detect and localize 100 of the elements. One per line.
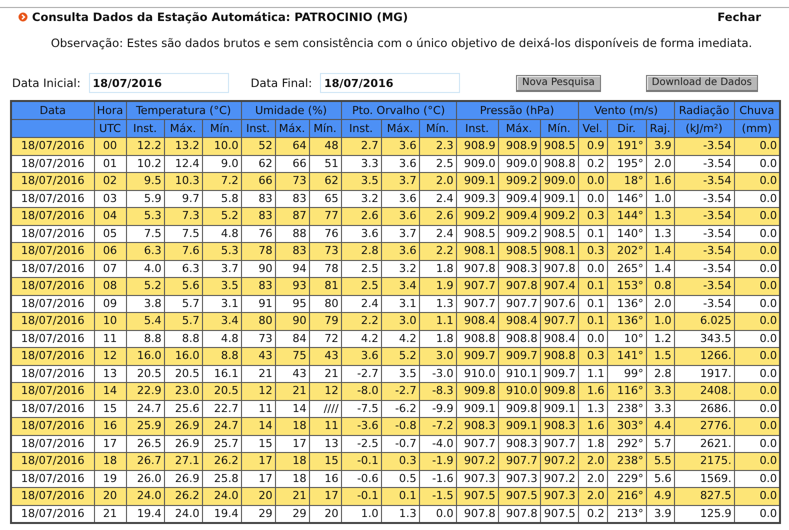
close-link[interactable]: Fechar bbox=[717, 10, 761, 24]
end-date-field[interactable]: 18/07/2016 bbox=[320, 73, 460, 93]
table-cell: 66 bbox=[275, 155, 310, 172]
table-cell: 1.3 bbox=[381, 505, 420, 523]
table-cell: 4.0 bbox=[126, 260, 164, 278]
table-cell: 0.0 bbox=[734, 155, 780, 172]
table-cell: 2.6 bbox=[419, 208, 456, 225]
table-cell: 1.8 bbox=[578, 435, 608, 452]
table-cell: 910.1 bbox=[498, 365, 540, 382]
table-cell: 91 bbox=[241, 295, 276, 312]
table-cell: 5.2 bbox=[202, 208, 242, 225]
table-cell: 0.0 bbox=[734, 312, 780, 330]
table-cell: 909.1 bbox=[498, 418, 540, 435]
table-cell: 2686. bbox=[674, 400, 734, 418]
table-cell: 20 bbox=[309, 505, 342, 523]
table-cell: 14 bbox=[94, 382, 126, 400]
table-cell: 2.7 bbox=[341, 138, 382, 155]
table-cell: 26.5 bbox=[126, 435, 164, 452]
header-cell: Mín. bbox=[202, 120, 242, 138]
table-cell: 0.1 bbox=[381, 488, 420, 505]
table-cell: 18 bbox=[94, 452, 126, 470]
table-cell: 24.7 bbox=[202, 418, 242, 435]
header-cell: (kJ/m²) bbox=[674, 120, 734, 138]
table-cell: -0.8 bbox=[381, 418, 420, 435]
table-cell: 2.4 bbox=[341, 295, 382, 312]
table-cell: 18/07/2016 bbox=[11, 470, 94, 488]
end-date-label: Data Final: bbox=[250, 76, 312, 90]
table-cell: 1.1 bbox=[419, 312, 456, 330]
table-cell: -6.2 bbox=[381, 400, 420, 418]
table-cell: 75 bbox=[275, 348, 310, 365]
table-cell: 907.3 bbox=[540, 488, 578, 505]
table-cell: 4.4 bbox=[646, 418, 674, 435]
table-cell: 910.0 bbox=[498, 382, 540, 400]
table-cell: 66 bbox=[241, 172, 276, 190]
table-cell: 0.0 bbox=[734, 138, 780, 155]
page-title: Consulta Dados da Estação Automática: PATROCINIO (MG) bbox=[32, 10, 408, 24]
table-cell: 9.7 bbox=[164, 190, 202, 208]
table-cell: 5.6 bbox=[164, 278, 202, 295]
table-cell: 73 bbox=[241, 330, 276, 348]
table-cell: 907.2 bbox=[540, 470, 578, 488]
table-cell: 5.7 bbox=[164, 312, 202, 330]
table-cell: 23.0 bbox=[164, 382, 202, 400]
table-cell: 0.0 bbox=[578, 330, 608, 348]
table-cell: 18/07/2016 bbox=[11, 505, 94, 523]
download-button[interactable]: Download de Dados bbox=[646, 74, 758, 92]
table-cell: -3.54 bbox=[674, 295, 734, 312]
table-cell: 908.5 bbox=[498, 242, 540, 260]
table-cell: 51 bbox=[309, 155, 342, 172]
table-cell: 83 bbox=[241, 208, 276, 225]
table-cell: 5.6 bbox=[646, 470, 674, 488]
table-cell: 908.8 bbox=[540, 155, 578, 172]
table-cell: 140° bbox=[607, 225, 646, 242]
table-cell: 00 bbox=[94, 138, 126, 155]
table-cell: 1.6 bbox=[578, 382, 608, 400]
table-cell: 1.1 bbox=[578, 365, 608, 382]
start-date-field[interactable]: 18/07/2016 bbox=[88, 73, 229, 93]
table-cell: 43 bbox=[241, 348, 276, 365]
table-cell: 1.8 bbox=[419, 330, 456, 348]
table-cell: 81 bbox=[309, 278, 342, 295]
table-cell: -8.0 bbox=[341, 382, 382, 400]
table-cell: 1.2 bbox=[646, 330, 674, 348]
header-cell: Inst. bbox=[341, 120, 382, 138]
header-cell: Radiação bbox=[674, 101, 734, 120]
table-cell: 3.9 bbox=[646, 505, 674, 523]
table-cell: 12 bbox=[94, 348, 126, 365]
table-cell: 0.9 bbox=[578, 138, 608, 155]
table-cell: 907.7 bbox=[540, 312, 578, 330]
table-cell: 18/07/2016 bbox=[11, 190, 94, 208]
table-cell: 292° bbox=[607, 435, 646, 452]
search-button[interactable]: Nova Pesquisa bbox=[516, 74, 601, 92]
table-cell: 80 bbox=[241, 312, 276, 330]
table-cell: 5.9 bbox=[126, 190, 164, 208]
table-cell: 144° bbox=[607, 208, 646, 225]
table-cell: 0.0 bbox=[578, 260, 608, 278]
table-cell: 908.4 bbox=[498, 312, 540, 330]
header-cell: Mín. bbox=[419, 120, 456, 138]
table-cell: 2.0 bbox=[578, 452, 608, 470]
table-cell: 0.0 bbox=[734, 242, 780, 260]
table-cell: -2.5 bbox=[341, 435, 382, 452]
table-cell: 0.8 bbox=[646, 278, 674, 295]
table-cell: 3.5 bbox=[381, 365, 420, 382]
table-cell: 908.5 bbox=[456, 225, 498, 242]
table-cell: -3.54 bbox=[674, 260, 734, 278]
table-cell: 907.3 bbox=[456, 470, 498, 488]
table-cell: 18/07/2016 bbox=[11, 155, 94, 172]
table-cell: -1.9 bbox=[419, 452, 456, 470]
table-cell: 3.7 bbox=[202, 260, 242, 278]
table-cell: 1.5 bbox=[646, 348, 674, 365]
table-cell: 908.8 bbox=[540, 348, 578, 365]
table-cell: 0.2 bbox=[578, 505, 608, 523]
table-cell: 0.2 bbox=[578, 155, 608, 172]
table-cell: 02 bbox=[94, 172, 126, 190]
table-cell: 15 bbox=[94, 400, 126, 418]
header-cell: Chuva bbox=[734, 101, 780, 120]
table-cell: 908.8 bbox=[456, 330, 498, 348]
header-cell: Pto. Orvalho (°C) bbox=[341, 101, 456, 120]
table-cell: 908.3 bbox=[456, 418, 498, 435]
table-cell: 0.0 bbox=[734, 452, 780, 470]
table-cell: 7.6 bbox=[164, 242, 202, 260]
table-cell: 14 bbox=[241, 418, 276, 435]
